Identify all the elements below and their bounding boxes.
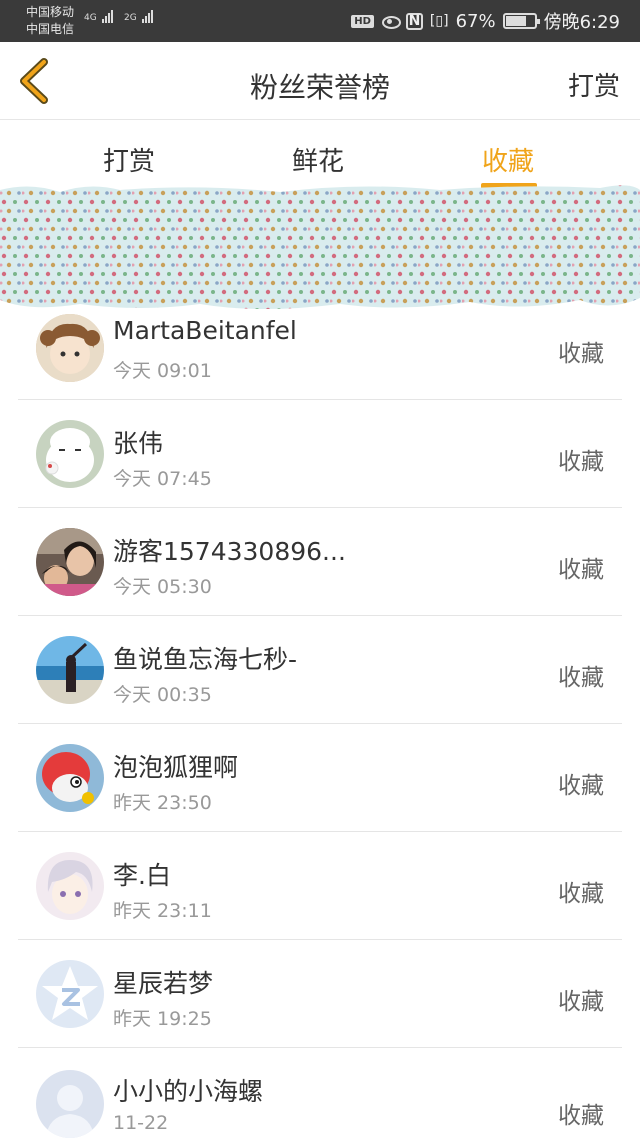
carrier-1: 中国移动	[26, 5, 75, 19]
list-item[interactable]: 泡泡狐狸啊 昨天 23:50 收藏	[0, 724, 640, 832]
fan-action-label: 收藏	[558, 881, 604, 907]
fan-action-label: 收藏	[558, 1103, 604, 1129]
fan-name: 张伟	[113, 429, 164, 458]
battery-percent: 67%	[455, 10, 496, 32]
fan-name: 鱼说鱼忘海七秒-	[113, 645, 298, 674]
fan-time: 昨天 19:25	[113, 1008, 212, 1030]
list-item[interactable]: 游客1574330896... 今天 05:30 收藏	[0, 508, 640, 616]
fan-name: 小小的小海螺	[113, 1077, 264, 1106]
fan-time: 今天 05:30	[113, 576, 212, 598]
photo-people-avatar	[36, 528, 104, 596]
list-item[interactable]: MartaBeitanfel 今天 09:01 收藏	[0, 292, 640, 400]
anime-boy-avatar	[36, 852, 104, 920]
vibrate-icon: [▯]	[429, 13, 449, 29]
list-item[interactable]: 鱼说鱼忘海七秒- 今天 00:35 收藏	[0, 616, 640, 724]
fan-time: 今天 00:35	[113, 684, 212, 706]
fan-time: 昨天 23:11	[113, 900, 212, 922]
fan-name: 游客1574330896...	[113, 537, 346, 566]
fan-name: 星辰若梦	[113, 969, 214, 998]
list-item[interactable]: 张伟 今天 07:45 收藏	[0, 400, 640, 508]
page-title: 粉丝荣誉榜	[249, 71, 390, 104]
eye-comfort-icon	[381, 13, 401, 29]
fan-name: MartaBeitanfel	[113, 316, 297, 345]
red-fox-avatar	[36, 744, 104, 812]
signal-4g-icon: 4G	[84, 10, 114, 23]
fan-action-label: 收藏	[558, 989, 604, 1015]
list-item[interactable]: 李.白 昨天 23:11 收藏	[0, 832, 640, 940]
qq-star-avatar	[36, 960, 104, 1028]
network-4g-label: 4G	[84, 13, 97, 23]
reward-button[interactable]: 打赏	[568, 66, 620, 103]
fan-action-label: 收藏	[558, 773, 604, 799]
anime-girl-avatar	[36, 314, 104, 382]
tab-flowers[interactable]: 鲜花	[292, 141, 344, 178]
battery-icon	[502, 13, 540, 29]
tab-reward[interactable]: 打赏	[103, 141, 155, 178]
nfc-icon: N	[405, 12, 423, 30]
network-2g-label: 2G	[124, 13, 137, 23]
fan-action-label: 收藏	[558, 557, 604, 583]
fan-time: 11-22	[113, 1112, 169, 1134]
fan-name: 泡泡狐狸啊	[113, 753, 239, 782]
fan-name: 李.白	[113, 861, 171, 890]
tab-bar: 打赏 鲜花 收藏	[0, 121, 640, 189]
fan-action-label: 收藏	[558, 449, 604, 475]
fan-time: 今天 07:45	[113, 468, 212, 490]
signal-2g-icon: 2G	[124, 10, 154, 23]
fan-time: 昨天 23:50	[113, 792, 212, 814]
list-item[interactable]: 星辰若梦 昨天 19:25 收藏	[0, 940, 640, 1048]
tab-favorites[interactable]: 收藏	[482, 141, 534, 178]
default-user-avatar	[36, 1070, 104, 1138]
white-rabbit-avatar	[36, 420, 104, 488]
fan-time: 今天 09:01	[113, 360, 212, 382]
carrier-info: 中国移动 中国电信	[26, 4, 74, 38]
top-navigation-bar: 粉丝荣誉榜 打赏	[0, 42, 640, 120]
hd-voice-icon: HD	[351, 14, 374, 28]
list-item[interactable]: 小小的小海螺 11-22 收藏	[0, 1048, 640, 1138]
fan-action-label: 收藏	[558, 341, 604, 367]
clock: 傍晚6:29	[543, 12, 620, 33]
status-bar: 中国移动 中国电信 4G 2G HD N [▯] 67% 傍晚6:29	[0, 0, 640, 42]
carrier-2: 中国电信	[26, 22, 75, 36]
fan-action-label: 收藏	[558, 665, 604, 691]
beach-photo-avatar	[36, 636, 104, 704]
